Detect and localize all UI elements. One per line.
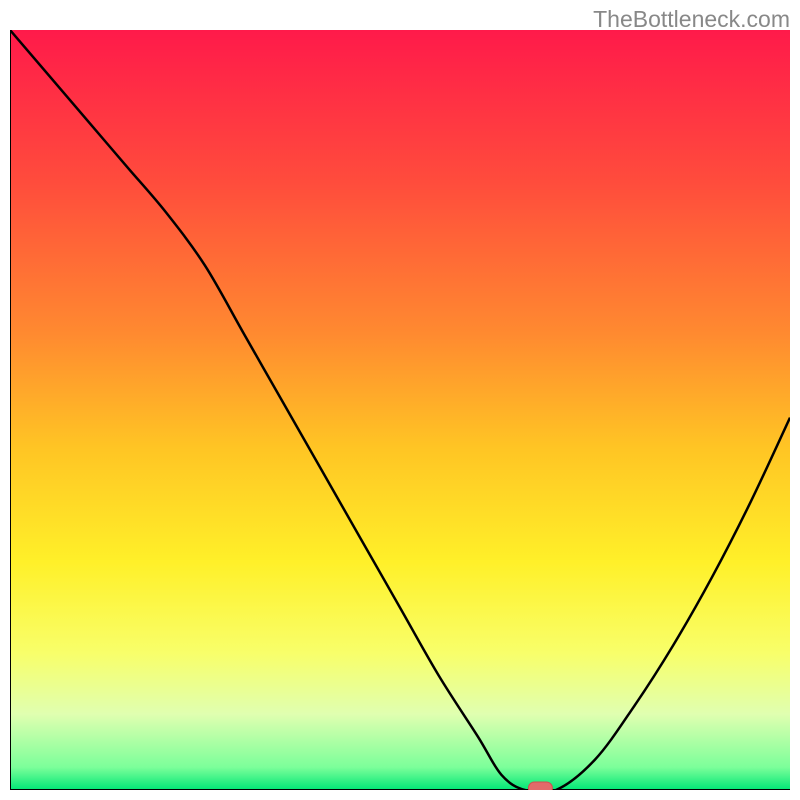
chart-background [10,30,790,790]
chart-container: TheBottleneck.com [0,0,800,800]
optimal-marker [528,782,552,790]
chart-plot [10,30,790,790]
watermark-text: TheBottleneck.com [593,6,790,33]
